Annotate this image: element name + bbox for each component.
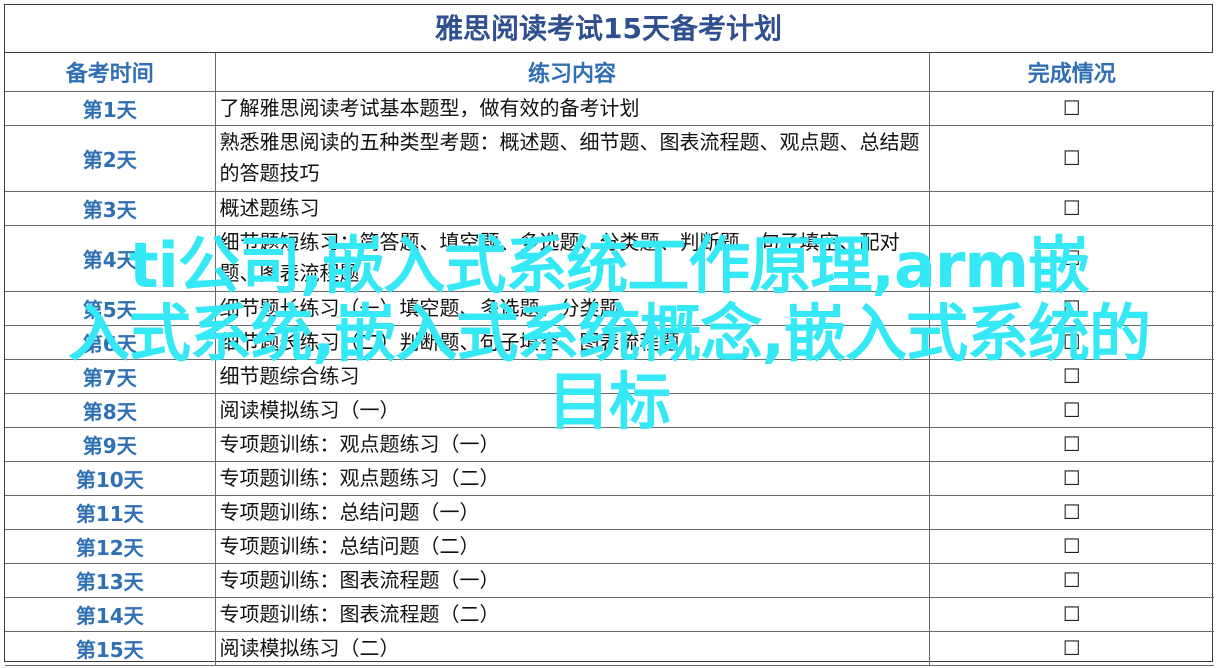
day-cell: 第14天 (5, 596, 216, 632)
completion-checkbox[interactable]: ☐ (928, 224, 1214, 292)
content-cell: 了解雅思阅读考试基本题型，做有效的备考计划 (214, 90, 930, 126)
header-status: 完成情况 (928, 53, 1214, 92)
table-row: 第13天 专项题训练：图表流程题（一） ☐ (5, 562, 1214, 598)
day-cell: 第5天 (5, 290, 216, 326)
header-day: 备考时间 (5, 53, 216, 92)
plan-table: 备考时间 练习内容 完成情况 第1天 了解雅思阅读考试基本题型，做有效的备考计划 ☐… (5, 53, 1214, 666)
content-cell: 专项题训练：图表流程题（一） (214, 562, 930, 598)
table-row: 第11天 专项题训练：总结问题（一） ☐ (5, 494, 1214, 530)
content-cell: 阅读模拟练习（二） (214, 630, 930, 666)
table-row: 第3天 概述题练习 ☐ (5, 190, 1214, 226)
sheet-title: 雅思阅读考试15天备考计划 (5, 5, 1212, 53)
day-cell: 第7天 (5, 358, 216, 394)
content-cell: 阅读模拟练习（一） (214, 392, 930, 428)
day-cell: 第6天 (5, 324, 216, 360)
day-cell: 第13天 (5, 562, 216, 598)
completion-checkbox[interactable]: ☐ (928, 528, 1214, 564)
content-cell: 专项题训练：总结问题（一） (214, 494, 930, 530)
completion-checkbox[interactable]: ☐ (928, 630, 1214, 666)
content-cell: 概述题练习 (214, 190, 930, 226)
day-cell: 第4天 (5, 224, 216, 292)
day-cell: 第11天 (5, 494, 216, 530)
content-cell: 专项题训练：观点题练习（二） (214, 460, 930, 496)
table-row: 第8天 阅读模拟练习（一） ☐ (5, 392, 1214, 428)
content-cell: 专项题训练：总结问题（二） (214, 528, 930, 564)
completion-checkbox[interactable]: ☐ (928, 562, 1214, 598)
day-cell: 第8天 (5, 392, 216, 428)
day-cell: 第1天 (5, 90, 216, 126)
completion-checkbox[interactable]: ☐ (928, 324, 1214, 360)
completion-checkbox[interactable]: ☐ (928, 124, 1214, 192)
table-row: 第4天 细节题短练习：简答题、填空题、多选题、分类题、判断题、句子填空、配对题、图… (5, 224, 1214, 292)
completion-checkbox[interactable]: ☐ (928, 392, 1214, 428)
day-cell: 第15天 (5, 630, 216, 666)
completion-checkbox[interactable]: ☐ (928, 190, 1214, 226)
table-row: 第15天 阅读模拟练习（二） ☐ (5, 630, 1214, 666)
day-cell: 第9天 (5, 426, 216, 462)
completion-checkbox[interactable]: ☐ (928, 494, 1214, 530)
content-cell: 细节题长练习（一）填空题、多选题、分类题 (214, 290, 930, 326)
day-cell: 第2天 (5, 124, 216, 192)
table-row: 第14天 专项题训练：图表流程题（二） ☐ (5, 596, 1214, 632)
table-row: 第5天 细节题长练习（一）填空题、多选题、分类题 ☐ (5, 290, 1214, 326)
content-cell: 细节题长练习（二）判断题、句子填空、图表流程题 (214, 324, 930, 360)
completion-checkbox[interactable]: ☐ (928, 460, 1214, 496)
table-row: 第6天 细节题长练习（二）判断题、句子填空、图表流程题 ☐ (5, 324, 1214, 360)
plan-sheet: 雅思阅读考试15天备考计划 备考时间 练习内容 完成情况 第1天 了解雅思阅读考试… (4, 4, 1214, 666)
table-row: 第9天 专项题训练：观点题练习（一） ☐ (5, 426, 1214, 462)
day-cell: 第3天 (5, 190, 216, 226)
table-row: 第12天 专项题训练：总结问题（二） ☐ (5, 528, 1214, 564)
content-cell: 细节题综合练习 (214, 358, 930, 394)
completion-checkbox[interactable]: ☐ (928, 290, 1214, 326)
content-cell: 细节题短练习：简答题、填空题、多选题、分类题、判断题、句子填空、配对题、图表流程… (214, 224, 930, 292)
day-cell: 第12天 (5, 528, 216, 564)
completion-checkbox[interactable]: ☐ (928, 596, 1214, 632)
content-cell: 专项题训练：观点题练习（一） (214, 426, 930, 462)
completion-checkbox[interactable]: ☐ (928, 358, 1214, 394)
table-row: 第1天 了解雅思阅读考试基本题型，做有效的备考计划 ☐ (5, 90, 1214, 126)
completion-checkbox[interactable]: ☐ (928, 426, 1214, 462)
table-row: 第2天 熟悉雅思阅读的五种类型考题：概述题、细节题、图表流程题、观点题、总结题的答… (5, 124, 1214, 192)
content-cell: 专项题训练：图表流程题（二） (214, 596, 930, 632)
header-row: 备考时间 练习内容 完成情况 (5, 53, 1214, 92)
table-row: 第10天 专项题训练：观点题练习（二） ☐ (5, 460, 1214, 496)
completion-checkbox[interactable]: ☐ (928, 90, 1214, 126)
header-content: 练习内容 (214, 53, 930, 92)
plan-rows: 第1天 了解雅思阅读考试基本题型，做有效的备考计划 ☐ 第2天 熟悉雅思阅读的五种类型考… (5, 90, 1214, 666)
content-cell: 熟悉雅思阅读的五种类型考题：概述题、细节题、图表流程题、观点题、总结题的答题技巧 (214, 124, 930, 192)
day-cell: 第10天 (5, 460, 216, 496)
table-row: 第7天 细节题综合练习 ☐ (5, 358, 1214, 394)
